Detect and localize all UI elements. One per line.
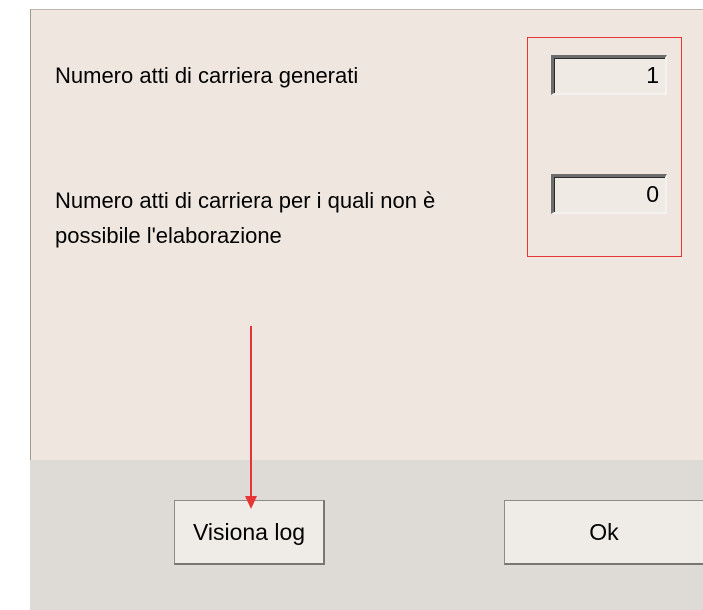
results-dialog: Numero atti di carriera generati 1 Numer… [0,0,703,610]
annotation-arrow [245,326,257,509]
